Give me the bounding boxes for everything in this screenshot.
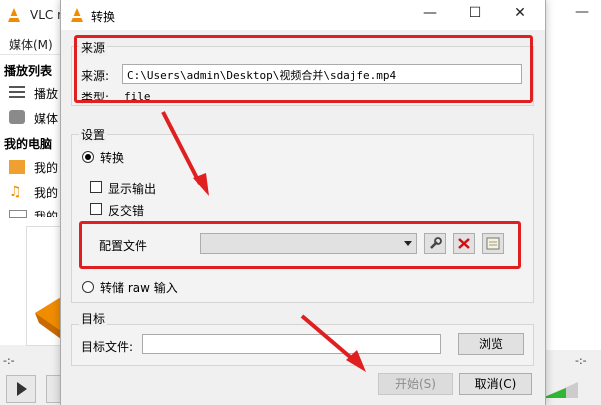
sidebar-header-playlist: 播放列表 bbox=[4, 64, 53, 78]
destination-file-field[interactable] bbox=[142, 334, 441, 354]
maximize-icon[interactable]: ☐ bbox=[460, 5, 490, 25]
show-output-label: 显示输出 bbox=[108, 182, 157, 196]
convert-radio-label: 转换 bbox=[100, 151, 125, 165]
sidebar-item-playlist[interactable]: 播放 bbox=[34, 85, 58, 102]
dump-raw-label: 转储 raw 输入 bbox=[100, 281, 178, 295]
destination-file-label: 目标文件: bbox=[81, 340, 134, 354]
start-button[interactable]: 开始(S) bbox=[378, 373, 453, 395]
close-icon[interactable]: ✕ bbox=[505, 5, 535, 25]
profile-highlight-box bbox=[79, 221, 521, 269]
cancel-button[interactable]: 取消(C) bbox=[459, 373, 532, 395]
total-time: -:- bbox=[575, 354, 587, 367]
video-folder-icon bbox=[9, 160, 25, 174]
background-minimize-button[interactable]: — bbox=[575, 4, 589, 20]
dialog-title: 转换 bbox=[91, 10, 116, 24]
show-output-checkbox[interactable] bbox=[90, 181, 102, 193]
convert-radio[interactable] bbox=[82, 151, 94, 163]
play-button[interactable] bbox=[6, 375, 36, 403]
pictures-icon bbox=[9, 210, 27, 218]
sidebar-header-my-computer: 我的电脑 bbox=[4, 137, 53, 151]
browse-button[interactable]: 浏览 bbox=[458, 333, 524, 355]
source-highlight-box bbox=[74, 35, 533, 103]
sidebar-item-my-pictures[interactable]: 我的 bbox=[34, 208, 58, 217]
settings-group-title: 设置 bbox=[79, 126, 108, 143]
background-right-panel bbox=[545, 30, 601, 350]
vlc-cone-icon bbox=[71, 8, 83, 22]
dump-raw-radio[interactable] bbox=[82, 281, 94, 293]
volume-slider[interactable] bbox=[540, 380, 580, 400]
minimize-icon[interactable]: — bbox=[415, 5, 445, 25]
sidebar-item-media-library[interactable]: 媒体 bbox=[34, 110, 58, 127]
deinterlace-checkbox[interactable] bbox=[90, 203, 102, 215]
vlc-cone-large-icon bbox=[35, 297, 61, 339]
menu-media[interactable]: 媒体(M) bbox=[9, 36, 53, 53]
elapsed-time: -:- bbox=[3, 354, 15, 367]
sidebar-item-my-videos[interactable]: 我的 bbox=[34, 159, 58, 176]
music-icon: ♫ bbox=[9, 184, 22, 200]
deinterlace-label: 反交错 bbox=[108, 204, 145, 218]
playlist-icon bbox=[9, 86, 25, 100]
video-area bbox=[26, 226, 62, 346]
destination-group-title: 目标 bbox=[79, 310, 108, 327]
vlc-cone-icon bbox=[8, 8, 20, 22]
media-library-icon bbox=[9, 110, 25, 124]
sidebar-item-my-music[interactable]: 我的 bbox=[34, 184, 58, 201]
